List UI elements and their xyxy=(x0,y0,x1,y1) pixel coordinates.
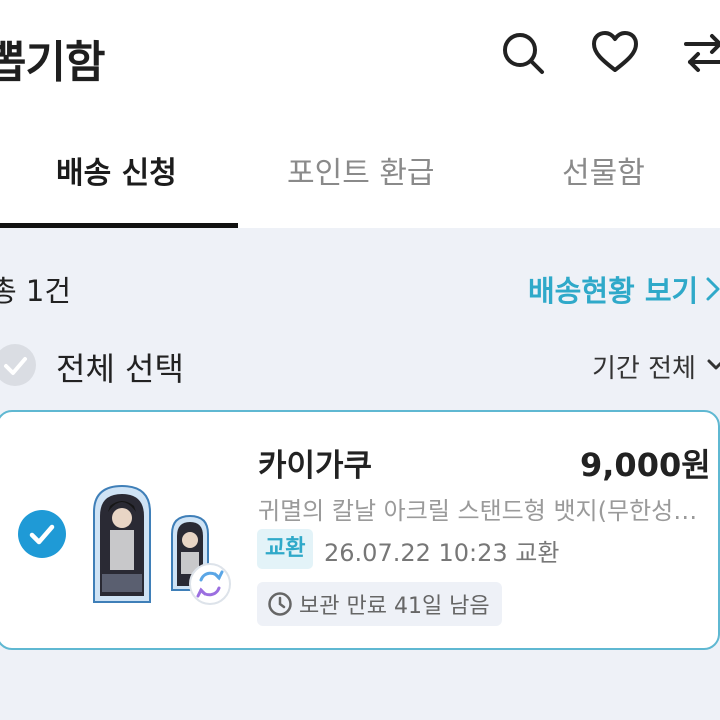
total-count: 총 1건 xyxy=(0,274,72,308)
seller-name: 카이가쿠 xyxy=(258,448,373,484)
clock-icon xyxy=(268,592,292,616)
page-title: 뽑기함 xyxy=(0,37,105,88)
check-icon xyxy=(4,357,27,375)
select-all-label[interactable]: 전체 선택 xyxy=(56,344,184,390)
storage-info: 보관 만료 41일 남음 xyxy=(257,582,502,626)
item-checkbox[interactable] xyxy=(18,510,66,558)
search-icon[interactable] xyxy=(498,28,548,78)
storage-text: 보관 만료 41일 남음 xyxy=(299,594,490,619)
tab-gift-box[interactable]: 선물함 xyxy=(562,148,645,192)
tab-point-refund[interactable]: 포인트 환급 xyxy=(287,148,435,192)
status-badge: 교환 xyxy=(257,529,314,569)
app-header: 뽑기함 배송 신청 포인트 환급 선물함 xyxy=(0,0,720,228)
chevron-right-icon[interactable] xyxy=(704,274,720,304)
chevron-down-icon[interactable] xyxy=(706,352,720,378)
item-name: 귀멸의 칼날 아크릴 스탠드형 뱃지(무한성… xyxy=(258,497,698,525)
item-date: 26.07.22 10:23 교환 xyxy=(324,539,560,567)
delivery-status-link[interactable]: 배송현황 보기 xyxy=(528,268,698,310)
swap-icon[interactable] xyxy=(680,28,720,78)
check-icon xyxy=(29,524,55,545)
select-all-checkbox[interactable] xyxy=(0,344,36,386)
tab-delivery-request[interactable]: 배송 신청 xyxy=(56,148,177,192)
item-price: 9,000원 xyxy=(580,446,711,484)
item-thumbnail xyxy=(93,484,231,605)
period-filter[interactable]: 기간 전체 xyxy=(592,348,696,385)
heart-icon[interactable] xyxy=(590,28,640,78)
active-tab-indicator xyxy=(0,223,238,228)
